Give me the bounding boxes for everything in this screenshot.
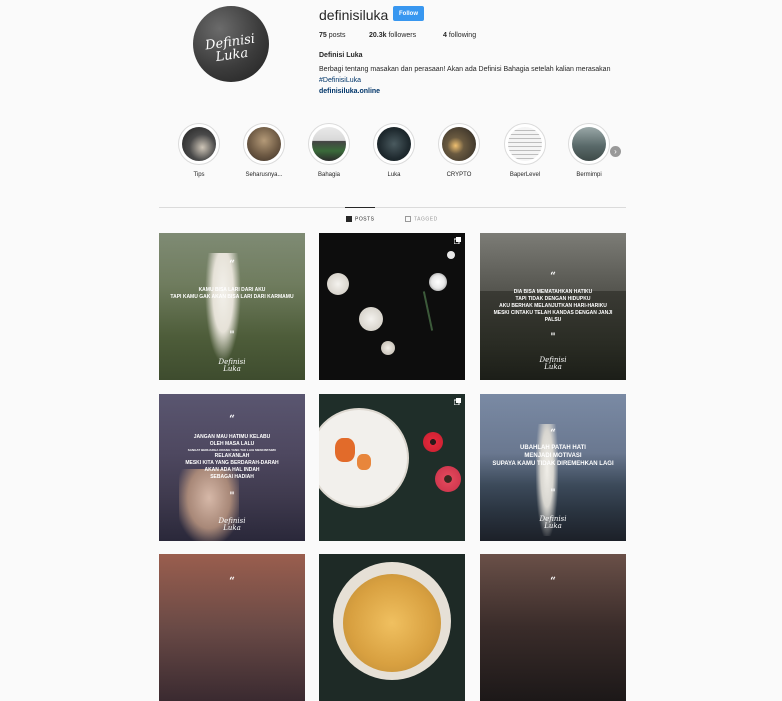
post-image bbox=[381, 341, 395, 355]
quote-mark: “ bbox=[550, 428, 556, 439]
profile-avatar[interactable]: Definisi Luka bbox=[193, 6, 269, 82]
highlight-label: Luka bbox=[387, 172, 401, 178]
post-tile[interactable]: “ KAMU BISA LARI DARI AKU TAPI KAMU GAK … bbox=[159, 233, 305, 380]
tab-posts[interactable]: POSTS bbox=[346, 216, 374, 222]
quote-mark: " bbox=[550, 332, 556, 343]
post-image bbox=[422, 291, 434, 331]
highlight-baperlevel[interactable]: BaperLevel bbox=[503, 123, 547, 178]
highlight-luka[interactable]: Luka bbox=[372, 123, 416, 178]
following-count[interactable]: 4 following bbox=[443, 32, 476, 39]
highlight-label: Seharusnya... bbox=[245, 172, 283, 178]
bio-hashtag[interactable]: #DefinisiLuka bbox=[319, 77, 361, 84]
chevron-right-icon[interactable]: › bbox=[610, 146, 621, 157]
post-signature: Definisi Luka bbox=[218, 358, 246, 373]
multiple-photos-icon bbox=[454, 398, 461, 405]
post-tile[interactable]: “ bbox=[480, 554, 626, 701]
post-image bbox=[343, 574, 441, 672]
post-caption: DIA BISA MEMATAHKAN HATIKU TAPI TIDAK DE… bbox=[493, 289, 613, 323]
post-signature: Definisi Luka bbox=[539, 356, 567, 371]
highlight-image bbox=[508, 127, 542, 161]
highlight-tips[interactable]: Tips bbox=[177, 123, 221, 178]
highlight-image bbox=[572, 127, 606, 161]
profile-full-name: Definisi Luka bbox=[319, 52, 363, 59]
grid-icon bbox=[346, 216, 352, 222]
quote-mark: “ bbox=[229, 259, 235, 270]
post-caption: KAMU BISA LARI DARI AKU TAPI KAMU GAK AK… bbox=[170, 287, 294, 300]
post-caption: JANGAN MAU HATIMU KELABU OLEH MASA LALU … bbox=[185, 434, 279, 480]
post-tile[interactable]: “ UBAHLAH PATAH HATI MENJADI MOTIVASI SU… bbox=[480, 394, 626, 541]
tab-tagged[interactable]: TAGGED bbox=[405, 216, 438, 222]
quote-mark: " bbox=[229, 491, 235, 502]
highlight-crypto[interactable]: CRYPTO bbox=[437, 123, 481, 178]
multiple-photos-icon bbox=[454, 237, 461, 244]
tag-icon bbox=[405, 216, 411, 222]
post-image bbox=[429, 273, 447, 291]
post-image bbox=[423, 432, 443, 452]
quote-mark: " bbox=[229, 330, 235, 341]
highlight-label: Bahagia bbox=[317, 172, 341, 178]
highlight-image bbox=[312, 127, 346, 161]
highlight-seharusnya[interactable]: Seharusnya... bbox=[242, 123, 286, 178]
avatar-logo: Definisi Luka bbox=[204, 31, 256, 66]
follow-button[interactable]: Follow bbox=[393, 6, 424, 21]
quote-mark: “ bbox=[229, 576, 235, 587]
tabs-divider bbox=[159, 207, 626, 208]
followers-count[interactable]: 20.3k followers bbox=[369, 32, 416, 39]
post-caption: UBAHLAH PATAH HATI MENJADI MOTIVASI SUPA… bbox=[492, 445, 614, 467]
post-tile[interactable] bbox=[319, 394, 465, 541]
post-tile[interactable] bbox=[319, 233, 465, 380]
post-tile[interactable]: “ bbox=[159, 554, 305, 701]
highlight-label: BaperLevel bbox=[509, 172, 541, 178]
highlight-label: CRYPTO bbox=[446, 172, 472, 178]
highlight-image bbox=[377, 127, 411, 161]
highlight-label: Tips bbox=[193, 172, 205, 178]
highlight-image bbox=[442, 127, 476, 161]
highlight-image bbox=[247, 127, 281, 161]
profile-website-link[interactable]: definisiluka.online bbox=[319, 88, 380, 95]
post-image bbox=[357, 454, 371, 470]
highlight-bermimpi[interactable]: Bermimpi bbox=[567, 123, 611, 178]
post-image bbox=[480, 233, 626, 291]
post-image bbox=[447, 251, 455, 259]
post-tile[interactable] bbox=[319, 554, 465, 701]
post-image bbox=[335, 438, 355, 462]
post-signature: Definisi Luka bbox=[539, 515, 567, 530]
profile-bio: Berbagi tentang masakan dan perasaan! Ak… bbox=[319, 66, 611, 84]
highlight-bahagia[interactable]: Bahagia bbox=[307, 123, 351, 178]
quote-mark: “ bbox=[550, 576, 556, 587]
posts-count: 75 posts bbox=[319, 32, 346, 39]
active-tab-indicator bbox=[345, 207, 375, 208]
highlight-image bbox=[182, 127, 216, 161]
post-signature: Definisi Luka bbox=[218, 517, 246, 532]
quote-mark: " bbox=[550, 488, 556, 499]
quote-mark: “ bbox=[550, 271, 556, 282]
post-image bbox=[359, 307, 383, 331]
post-image bbox=[435, 466, 461, 492]
profile-username: definisiluka bbox=[319, 7, 389, 23]
quote-mark: “ bbox=[229, 414, 235, 425]
post-image bbox=[327, 273, 349, 295]
post-tile[interactable]: “ DIA BISA MEMATAHKAN HATIKU TAPI TIDAK … bbox=[480, 233, 626, 380]
post-tile[interactable]: “ JANGAN MAU HATIMU KELABU OLEH MASA LAL… bbox=[159, 394, 305, 541]
highlight-label: Bermimpi bbox=[576, 172, 602, 178]
